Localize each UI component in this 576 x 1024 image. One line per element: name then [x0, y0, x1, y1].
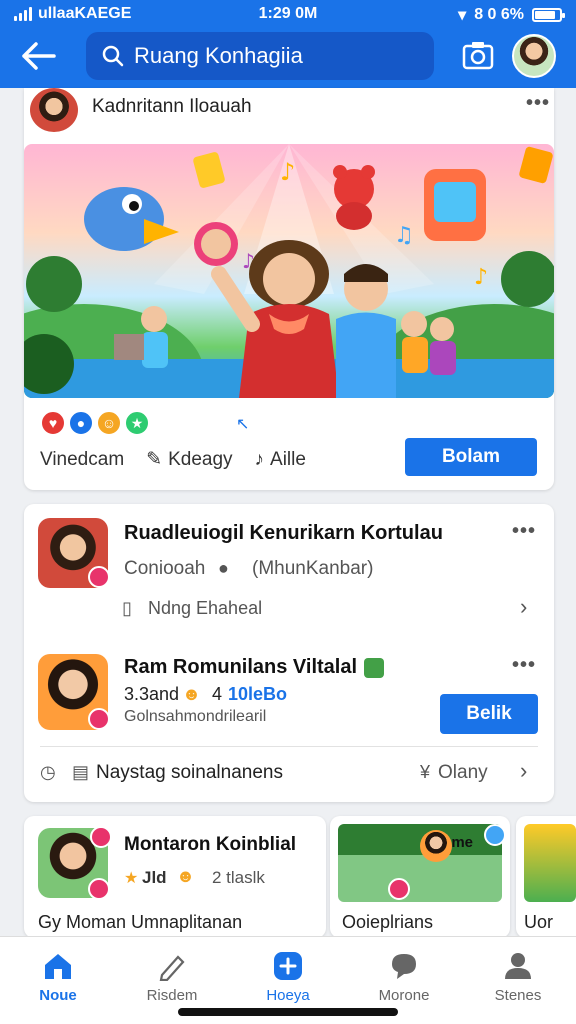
group1-more-icon[interactable]: •••	[512, 520, 536, 543]
nav-hoeya[interactable]: Hoeya	[238, 951, 338, 1004]
search-text: Ruang Konhagiia	[134, 43, 303, 68]
post-card: Kadnritann Iloauah ••• ♪ ♫ ♪ ♪ ♥ ● ☺ ★ ↖…	[24, 88, 554, 490]
tile1-bottom-badge-icon	[88, 878, 110, 900]
nav-home-label: Noue	[39, 987, 77, 1004]
tile2-add-icon	[484, 824, 506, 846]
person-icon	[505, 953, 531, 979]
group2-subtitle: Golnsahmondrilearil	[124, 708, 267, 725]
group2-more-icon[interactable]: •••	[512, 654, 536, 677]
back-arrow-icon[interactable]	[18, 38, 58, 74]
group2-verified-icon	[364, 658, 384, 678]
like-reaction-icon: ●	[68, 410, 94, 436]
action-vinedcam-label: Vinedcam	[40, 448, 125, 470]
search-icon	[102, 45, 124, 67]
plus-icon	[274, 952, 302, 980]
nav-risdem[interactable]: Risdem	[122, 951, 222, 1004]
tile1-top-badge-icon	[90, 826, 112, 848]
status-bar: ullaaKAEGE 1:29 0M ▾ 8 0 6%	[0, 0, 576, 28]
tile3-image	[524, 824, 576, 902]
music-icon: ♪	[254, 448, 265, 470]
edit-icon: ✎	[146, 449, 163, 470]
footer-doc-icon: ▤	[72, 762, 90, 782]
group1-badge-icon	[88, 566, 110, 588]
card-divider	[40, 746, 538, 747]
tile2-badge-icon	[388, 878, 410, 900]
groups-card: Ruadleuiogil Kenurikarn Kortulau ••• Con…	[24, 504, 554, 802]
nav-morone[interactable]: Morone	[354, 951, 454, 1004]
group2-meta-num: 4	[212, 684, 223, 704]
pen-icon	[159, 955, 185, 981]
tile1-emoji-icon: ☻	[176, 866, 195, 886]
status-battery-text: 8 0 6%	[474, 6, 524, 23]
tile2-footer: Ooieplrians	[342, 912, 434, 932]
tile1-meta2: 2 tlaslk	[212, 868, 265, 887]
group2-badge-icon	[88, 708, 110, 730]
tile2-image	[338, 824, 502, 902]
post-author-name[interactable]: Kadnritann Iloauah	[92, 96, 252, 118]
nav-home[interactable]: Noue	[8, 951, 108, 1004]
group1-info-icon: ▯	[122, 598, 132, 618]
star-reaction-icon: ★	[124, 410, 150, 436]
home-indicator	[178, 1008, 398, 1016]
footer-left-text[interactable]: Naystag soinalnanens	[96, 762, 283, 784]
group2-meta-left: 3.3and	[124, 684, 180, 704]
post-image[interactable]: ♪ ♫ ♪ ♪	[24, 144, 554, 398]
group1-subtitle-left: Coniooah	[124, 558, 206, 579]
nav-morone-label: Morone	[378, 987, 430, 1004]
group2-meta-link[interactable]: 10leBo	[228, 684, 287, 705]
group1-chevron-right-icon[interactable]: ›	[520, 594, 527, 620]
group2-emoji-icon: ☻	[182, 684, 201, 704]
tile1-meta: Jld	[142, 868, 167, 887]
nav-stenes[interactable]: Stenes	[468, 951, 568, 1004]
wow-reaction-icon: ☺	[96, 410, 122, 436]
group1-info[interactable]: Ndng Ehaheal	[148, 598, 262, 619]
footer-clock-icon: ◷	[40, 762, 56, 782]
tile1-title: Montaron Koinblial	[124, 834, 297, 855]
cursor-icon: ↖	[236, 416, 250, 433]
camera-icon[interactable]	[462, 40, 494, 70]
app-header: ullaaKAEGE 1:29 0M ▾ 8 0 6% Ruang Konhag…	[0, 0, 576, 88]
post-more-icon[interactable]: •••	[526, 92, 550, 115]
tile-2[interactable]: mme Ooieplrians	[330, 816, 510, 938]
tile3-footer: Uor	[524, 912, 554, 932]
svg-text:♪: ♪	[474, 265, 488, 290]
svg-text:♪: ♪	[280, 158, 295, 186]
tile1-footer: Gy Moman Umnaplitanan	[38, 912, 243, 932]
group1-title[interactable]: Ruadleuiogil Kenurikarn Kortulau	[124, 522, 443, 545]
group2-title[interactable]: Ram Romunilans Viltalal	[124, 656, 357, 679]
battery-icon	[532, 8, 565, 22]
profile-avatar[interactable]	[512, 34, 556, 78]
search-bar[interactable]: Ruang Konhagiia	[86, 32, 434, 80]
group1-subtitle-right: (MhunKanbar)	[252, 558, 374, 579]
tile-1[interactable]: Montaron Koinblial ★ Jld ☻ 2 tlaslk Gy M…	[24, 816, 326, 938]
footer-right-text[interactable]: Olany	[438, 762, 488, 784]
reaction-icons[interactable]: ♥ ● ☺ ★	[40, 410, 150, 436]
post-illustration: ♪ ♫ ♪ ♪	[24, 144, 554, 398]
wifi-icon: ▾	[458, 7, 467, 24]
post-primary-button[interactable]: Bolam	[405, 438, 537, 476]
nav-stenes-label: Stenes	[494, 987, 542, 1004]
footer-sort-icon: ¥	[420, 762, 431, 782]
action-aille-label: Aille	[270, 448, 306, 470]
action-vinedcam[interactable]: Vinedcam	[40, 449, 124, 471]
home-icon	[45, 954, 71, 979]
heart-reaction-icon: ♥	[40, 410, 66, 436]
action-aille[interactable]: ♪ Aille	[255, 449, 306, 471]
post-actions: Vinedcam ✎ Kdeagy ♪ Aille	[40, 448, 306, 471]
footer-chevron-right-icon[interactable]: ›	[520, 758, 527, 784]
status-right: ▾ 8 0 6%	[458, 5, 565, 25]
tile1-star-icon: ★	[124, 870, 139, 887]
svg-text:♫: ♫	[394, 223, 414, 248]
tile2-avatar	[420, 830, 452, 862]
nav-hoeya-label: Hoeya	[266, 987, 310, 1004]
action-kdeagy[interactable]: ✎ Kdeagy	[146, 448, 232, 471]
group1-person-icon: ●	[218, 558, 229, 578]
action-kdeagy-label: Kdeagy	[168, 448, 233, 470]
tile-3[interactable]: Uor	[516, 816, 576, 938]
post-author-avatar[interactable]	[30, 88, 78, 132]
group2-button[interactable]: Belik	[440, 694, 538, 734]
nav-risdem-label: Risdem	[146, 987, 198, 1004]
chat-icon	[392, 954, 416, 979]
